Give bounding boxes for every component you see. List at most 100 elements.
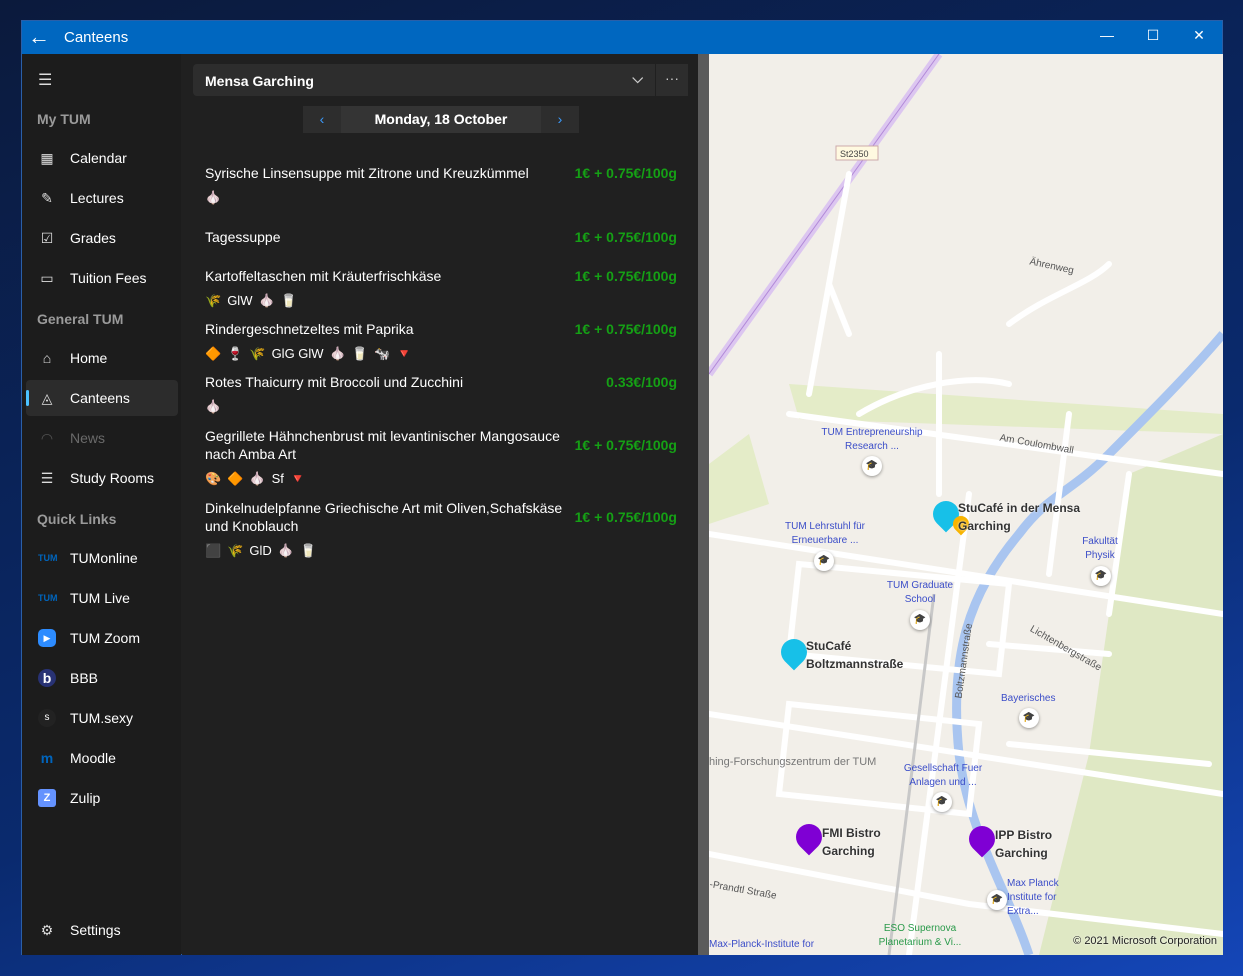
sidebar-item-label: Zulip (70, 790, 101, 806)
tum-sexy-icon: s (38, 709, 56, 727)
dish-item: 1€ + 0.75€/100g Rindergeschnetzeltes mit … (205, 320, 685, 364)
allergen-icon: 🥛 (299, 543, 317, 558)
allergen-icon: Sf (271, 471, 284, 486)
allergen-icon: 🥛 (280, 293, 297, 308)
allergen-code: GlD (249, 543, 272, 558)
minimize-button[interactable]: — (1092, 27, 1122, 43)
allergen-icon: 🧄 (277, 543, 294, 558)
sidebar-item-tumonline[interactable]: TUM TUMonline (26, 540, 178, 576)
zoom-icon: ▶ (38, 629, 56, 647)
section-my-tum: My TUM (37, 111, 91, 127)
allergen-icon: 🔶 (227, 471, 244, 486)
sidebar-item-zulip[interactable]: Z Zulip (26, 780, 178, 816)
university-icon[interactable]: 🎓 (910, 610, 930, 630)
sidebar-item-label: TUM Live (70, 590, 130, 606)
sidebar-item-study-rooms[interactable]: ☰ Study Rooms (26, 460, 178, 496)
university-icon[interactable]: 🎓 (987, 890, 1007, 910)
canteen-select-value: Mensa Garching (205, 73, 314, 89)
sidebar-item-tum-zoom[interactable]: ▶ TUM Zoom (26, 620, 178, 656)
back-button[interactable]: ← (28, 26, 52, 48)
sidebar-item-tum-live[interactable]: TUM TUM Live (26, 580, 178, 616)
dish-price: 1€ + 0.75€/100g (574, 165, 677, 181)
allergen-code: GlW (227, 293, 253, 308)
university-icon[interactable]: 🎓 (932, 792, 952, 812)
sidebar-item-bbb[interactable]: b BBB (26, 660, 178, 696)
previous-day-button[interactable]: ‹ (303, 106, 341, 133)
more-options-button[interactable]: ··· (656, 64, 688, 96)
canteen-map-label[interactable]: StuCafé in der Mensa Garching (958, 499, 1088, 535)
canteen-map-label[interactable]: IPP Bistro Garching (995, 826, 1065, 862)
poi-label[interactable]: TUM Graduate School (882, 579, 958, 607)
dish-item: 1€ + 0.75€/100g Tagessuppe (205, 228, 685, 246)
checklist-icon: ☑ (40, 230, 54, 246)
canteen-select[interactable]: Mensa Garching ⌵ (193, 64, 655, 96)
dish-tags: 🧄 (205, 188, 685, 208)
university-icon[interactable]: 🎓 (862, 456, 882, 476)
dish-name: Gegrillete Hähnchenbrust mit levantinisc… (205, 428, 560, 462)
maximize-button[interactable]: ☐ (1138, 27, 1168, 44)
chevron-down-icon: ⌵ (632, 70, 643, 86)
dish-item: 1€ + 0.75€/100g Kartoffeltaschen mit Kräu… (205, 267, 685, 311)
sidebar-item-tum-sexy[interactable]: s TUM.sexy (26, 700, 178, 736)
dish-name: Syrische Linsensuppe mit Zitrone und Kre… (205, 165, 529, 181)
pen-icon: ✎ (41, 190, 53, 206)
map-view[interactable]: St2350 Ährenweg Am Coulombwall Boltzmann… (709, 54, 1223, 955)
poi-label[interactable]: Max Planck Institute for Extra... (1007, 877, 1067, 919)
sidebar-item-calendar[interactable]: ▦ Calendar (26, 140, 178, 176)
canteen-map-label[interactable]: FMI Bistro Garching (822, 824, 892, 860)
dish-item: 1€ + 0.75€/100g Dinkelnudelpfanne Griechi… (205, 499, 685, 561)
allergen-icon: 🥛 (351, 346, 368, 361)
poi-label[interactable]: TUM Lehrstuhl für Erneuerbare ... (781, 520, 869, 548)
sidebar-item-lectures[interactable]: ✎ Lectures (26, 180, 178, 216)
zulip-icon: Z (38, 789, 56, 807)
road-label-st2350: St2350 (840, 149, 869, 159)
sidebar-item-tuition-fees[interactable]: ▭ Tuition Fees (26, 260, 178, 296)
sidebar-item-grades[interactable]: ☑ Grades (26, 220, 178, 256)
poi-label[interactable]: TUM Entrepreneurship Research ... (817, 426, 927, 454)
pane-splitter[interactable] (698, 54, 709, 955)
canteen-map-label[interactable]: StuCafé Boltzmannstraße (806, 637, 916, 673)
sidebar-item-canteens[interactable]: ◬ Canteens (26, 380, 178, 416)
allergen-icon: 🔶 (205, 346, 222, 361)
canteen-menu-panel: Mensa Garching ⌵ ··· ‹ Monday, 18 October… (182, 54, 698, 955)
sidebar-item-home[interactable]: ⌂ Home (26, 340, 178, 376)
sidebar-item-label: TUM Zoom (70, 630, 140, 646)
dish-price: 1€ + 0.75€/100g (574, 229, 677, 245)
sidebar-item-label: Moodle (70, 750, 116, 766)
map-copyright: © 2021 Microsoft Corporation (1073, 935, 1217, 947)
dish-name: Tagessuppe (205, 229, 281, 245)
university-icon[interactable]: 🎓 (1091, 566, 1111, 586)
sidebar-item-settings[interactable]: ⚙ Settings (26, 912, 178, 948)
sidebar-item-moodle[interactable]: m Moodle (26, 740, 178, 776)
close-button[interactable]: ✕ (1184, 27, 1214, 44)
sidebar-item-label: TUMonline (70, 550, 138, 566)
university-icon[interactable]: 🎓 (1019, 708, 1039, 728)
poi-label[interactable]: Fakultät Physik (1079, 535, 1121, 563)
date-label: Monday, 18 October (341, 106, 541, 133)
dish-tags: 🔶 🍷 🌾 GlG GlW 🧄 🥛 🐄 🔻 (205, 344, 685, 364)
sidebar-item-label: BBB (70, 670, 99, 686)
allergen-icon: 🔻 (289, 471, 307, 486)
dish-name: Rotes Thaicurry mit Broccoli und Zucchin… (205, 374, 464, 390)
sidebar-item-label: Home (70, 350, 108, 366)
university-icon[interactable]: 🎓 (814, 551, 834, 571)
poi-label[interactable]: Bayerisches (1001, 692, 1055, 706)
sidebar-item-news[interactable]: ◠ News (26, 420, 178, 456)
sidebar-item-label: Calendar (70, 150, 127, 166)
allergen-icon: 🍷 (227, 346, 244, 361)
dish-price: 1€ + 0.75€/100g (574, 321, 677, 337)
dish-item: 0.33€/100g Rotes Thaicurry mit Broccoli u… (205, 373, 685, 417)
dish-price: 1€ + 0.75€/100g (574, 437, 677, 453)
poi-label[interactable]: Max-Planck-Institute for (709, 938, 815, 952)
dish-name: Rindergeschnetzeltes mit Paprika (205, 321, 414, 337)
card-icon: ▭ (40, 270, 54, 286)
poi-label[interactable]: Gesellschaft Fuer Anlagen und ... (901, 762, 985, 790)
hamburger-menu-button[interactable]: ☰ (38, 70, 52, 90)
poi-label[interactable]: ESO Supernova Planetarium & Vi... (875, 922, 965, 950)
title-bar: ← Canteens — ☐ ✕ (22, 21, 1222, 54)
sidebar-item-label: Settings (70, 922, 121, 938)
next-day-button[interactable]: › (541, 106, 579, 133)
app-window: ← Canteens — ☐ ✕ ☰ My TUM ▦ Calendar ✎ Lec… (21, 20, 1223, 955)
dish-name: Kartoffeltaschen mit Kräuterfrischkäse (205, 268, 442, 284)
calendar-icon: ▦ (40, 150, 54, 166)
